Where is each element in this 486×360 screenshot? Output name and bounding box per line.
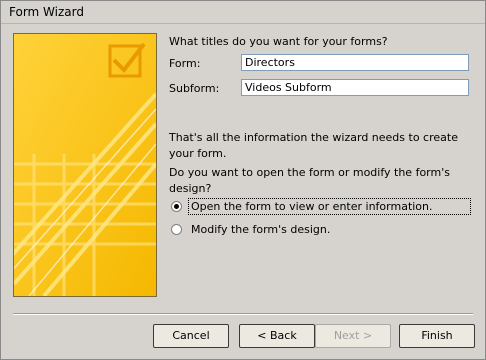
form-label: Form: bbox=[169, 57, 201, 70]
subform-title-input[interactable]: Videos Subform bbox=[241, 79, 469, 96]
subform-label: Subform: bbox=[169, 82, 220, 95]
window-title: Form Wizard bbox=[9, 5, 84, 19]
title-bar[interactable]: Form Wizard bbox=[1, 1, 485, 24]
form-wizard-dialog: Form Wizard What titles do you want for … bbox=[0, 0, 486, 360]
titles-prompt: What titles do you want for your forms? bbox=[169, 35, 388, 48]
form-title-input[interactable]: Directors bbox=[241, 54, 469, 71]
next-button[interactable]: Next > bbox=[315, 324, 391, 348]
option-modify-design[interactable]: Modify the form's design. bbox=[171, 222, 332, 237]
cancel-button[interactable]: Cancel bbox=[153, 324, 229, 348]
back-button[interactable]: < Back bbox=[239, 324, 315, 348]
radio-modify-design[interactable] bbox=[171, 224, 182, 235]
radio-open-form[interactable] bbox=[171, 201, 182, 212]
separator bbox=[13, 313, 473, 315]
wizard-illustration bbox=[13, 33, 157, 297]
question-text: Do you want to open the form or modify t… bbox=[169, 166, 450, 195]
finish-button[interactable]: Finish bbox=[399, 324, 475, 348]
option-modify-design-label[interactable]: Modify the form's design. bbox=[189, 222, 332, 237]
option-open-form-label[interactable]: Open the form to view or enter informati… bbox=[188, 198, 471, 215]
option-open-form[interactable]: Open the form to view or enter informati… bbox=[171, 198, 471, 215]
info-text: That's all the information the wizard ne… bbox=[169, 131, 458, 160]
